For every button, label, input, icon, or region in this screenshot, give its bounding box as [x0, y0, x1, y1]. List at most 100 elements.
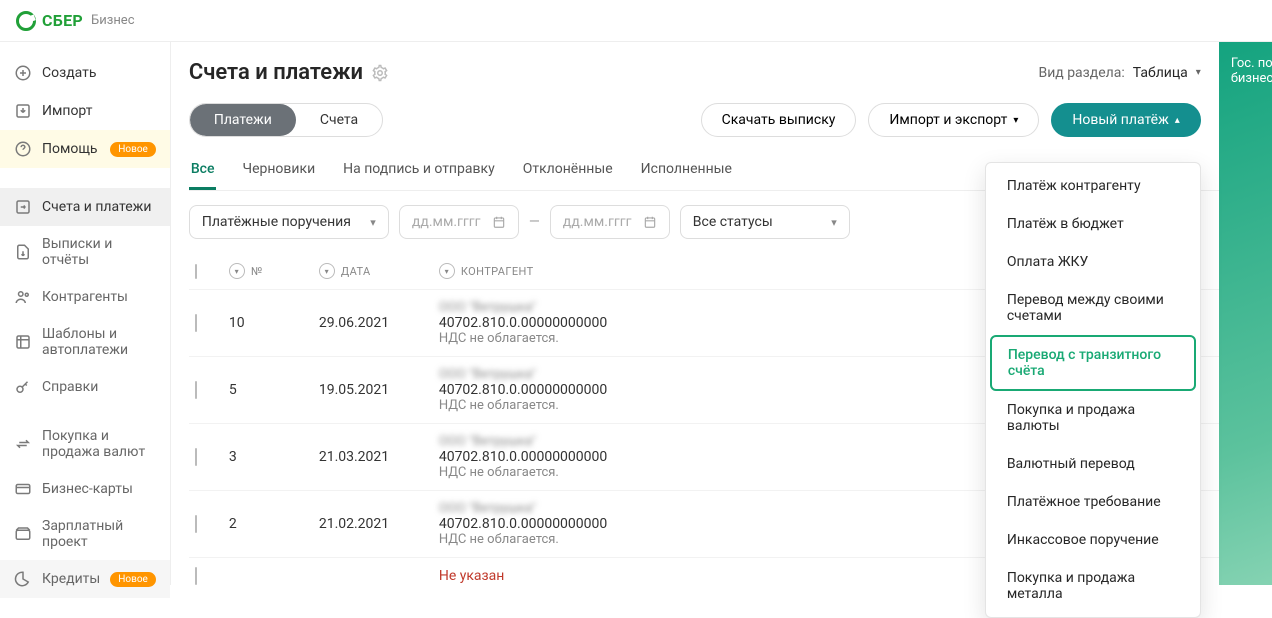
sidebar-create-label: Создать — [42, 65, 97, 81]
cell-date: 21.02.2021 — [319, 516, 439, 532]
row-checkbox[interactable] — [195, 515, 197, 533]
banner-line2: бизнеса — [1231, 71, 1272, 86]
date-from-input[interactable]: дд.мм.гггг — [399, 205, 519, 239]
sidebar-import[interactable]: Импорт — [0, 92, 170, 130]
cell-counterparty: ООО "Ветрушка"40702.810.0.00000000000НДС… — [439, 367, 739, 413]
exchange-icon — [14, 435, 32, 453]
dropdown-item[interactable]: Покупка и продажа валюты — [990, 391, 1196, 445]
cell-counterparty: Не указан — [439, 568, 739, 584]
sidebar: Создать Импорт Помощь Новое Счета и плат… — [0, 42, 171, 585]
sidebar-item-label: Зарплатный проект — [42, 518, 156, 550]
key-icon — [14, 378, 32, 396]
tab-all[interactable]: Все — [189, 151, 217, 190]
template-icon — [14, 333, 32, 351]
cell-date: 29.06.2021 — [319, 315, 439, 331]
cell-num: 5 — [229, 382, 319, 398]
logo-text: СБЕР — [42, 11, 83, 30]
wallet-icon — [14, 525, 32, 543]
import-icon — [14, 102, 32, 120]
type-select[interactable]: Платёжные поручения ▾ — [189, 205, 389, 239]
cell-num: 10 — [229, 315, 319, 331]
row-checkbox[interactable] — [195, 567, 197, 585]
dropdown-item[interactable]: Валютный перевод — [990, 445, 1196, 483]
sidebar-item-label: Шаблоны и автоплатежи — [42, 326, 156, 358]
plus-circle-icon — [14, 64, 32, 82]
sidebar-item-statements[interactable]: Выписки и отчёты — [0, 226, 170, 278]
page-title: Счета и платежи — [189, 60, 363, 85]
range-dash: — — [529, 214, 540, 230]
chevron-down-icon: ▾ — [1196, 67, 1201, 78]
row-checkbox[interactable] — [195, 448, 197, 466]
seg-accounts[interactable]: Счета — [296, 104, 382, 136]
view-mode-value: Таблица — [1133, 65, 1188, 81]
sidebar-item-label: Выписки и отчёты — [42, 236, 156, 268]
seg-payments[interactable]: Платежи — [190, 104, 296, 136]
logo-icon — [16, 11, 36, 31]
sidebar-help-label: Помощь — [42, 141, 98, 157]
import-export-label: Импорт и экспорт — [889, 112, 1007, 128]
gear-icon[interactable] — [371, 64, 389, 82]
dropdown-item[interactable]: Платёж контрагенту — [990, 167, 1196, 205]
download-statement-button[interactable]: Скачать выписку — [701, 103, 857, 137]
doc-arrow-icon — [14, 243, 32, 261]
sidebar-item-templates[interactable]: Шаблоны и автоплатежи — [0, 316, 170, 368]
view-mode[interactable]: Вид раздела: Таблица ▾ — [1038, 65, 1200, 81]
sidebar-import-label: Импорт — [42, 103, 92, 119]
select-all-checkbox[interactable] — [195, 264, 197, 279]
people-icon — [14, 288, 32, 306]
sidebar-item-payments[interactable]: Счета и платежи — [0, 188, 170, 226]
import-export-button[interactable]: Импорт и экспорт ▾ — [868, 103, 1039, 137]
view-mode-label: Вид раздела: — [1038, 65, 1124, 81]
tab-tosign[interactable]: На подпись и отправку — [341, 151, 497, 190]
new-badge: Новое — [110, 142, 156, 157]
card-icon — [14, 480, 32, 498]
logo[interactable]: СБЕР Бизнес — [16, 11, 135, 31]
logo-suffix: Бизнес — [91, 13, 135, 28]
cell-date: 21.03.2021 — [319, 449, 439, 465]
date-placeholder: дд.мм.гггг — [412, 214, 481, 230]
sidebar-item-counterparties[interactable]: Контрагенты — [0, 278, 170, 316]
question-circle-icon — [14, 140, 32, 158]
dropdown-item[interactable]: Перевод между своими счетами — [990, 281, 1196, 335]
col-num: № — [251, 265, 263, 278]
chevron-up-icon: ▴ — [1175, 115, 1180, 126]
new-payment-button[interactable]: Новый платёж ▴ — [1051, 103, 1200, 137]
sidebar-item-loans[interactable]: Кредиты Новое — [0, 560, 170, 598]
sidebar-item-fx[interactable]: Покупка и продажа валют — [0, 418, 170, 470]
col-contr: КОНТРАГЕНТ — [461, 265, 534, 278]
dropdown-item[interactable]: Платёжное требование — [990, 483, 1196, 521]
sidebar-item-label: Покупка и продажа валют — [42, 428, 156, 460]
topbar: СБЕР Бизнес — [0, 0, 1272, 42]
row-checkbox[interactable] — [195, 314, 197, 332]
dropdown-item[interactable]: Инкассовое поручение — [990, 521, 1196, 559]
status-select[interactable]: Все статусы ▾ — [680, 205, 850, 239]
calendar-icon — [492, 215, 506, 229]
sort-icon[interactable]: ▾ — [229, 263, 245, 279]
sort-icon[interactable]: ▾ — [319, 263, 335, 279]
status-select-value: Все статусы — [693, 214, 773, 230]
dropdown-item[interactable]: Перевод с транзитного счёта — [990, 335, 1196, 391]
dropdown-item[interactable]: Платёж в бюджет — [990, 205, 1196, 243]
dropdown-item[interactable]: Покупка и продажа металла — [990, 559, 1196, 613]
sidebar-item-cards[interactable]: Бизнес-карты — [0, 470, 170, 508]
sidebar-create[interactable]: Создать — [0, 54, 170, 92]
sort-icon[interactable]: ▾ — [439, 263, 455, 279]
row-checkbox[interactable] — [195, 381, 197, 399]
date-to-input[interactable]: дд.мм.гггг — [550, 205, 670, 239]
sidebar-item-salary[interactable]: Зарплатный проект — [0, 508, 170, 560]
chevron-down-icon: ▾ — [831, 216, 837, 229]
date-placeholder: дд.мм.гггг — [563, 214, 632, 230]
pie-icon — [14, 570, 32, 588]
tab-drafts[interactable]: Черновики — [240, 151, 317, 190]
gov-support-banner[interactable]: Гос. поддержка бизнеса — [1219, 42, 1272, 585]
arrow-box-icon — [14, 198, 32, 216]
new-payment-dropdown: Платёж контрагентуПлатёж в бюджетОплата … — [985, 162, 1201, 618]
cell-num: 2 — [229, 516, 319, 532]
sidebar-help[interactable]: Помощь Новое — [0, 130, 170, 168]
chevron-down-icon: ▾ — [1013, 115, 1018, 126]
tab-rejected[interactable]: Отклонённые — [521, 151, 615, 190]
tab-executed[interactable]: Исполненные — [639, 151, 734, 190]
sidebar-item-refs[interactable]: Справки — [0, 368, 170, 406]
new-badge: Новое — [110, 572, 156, 587]
dropdown-item[interactable]: Оплата ЖКУ — [990, 243, 1196, 281]
